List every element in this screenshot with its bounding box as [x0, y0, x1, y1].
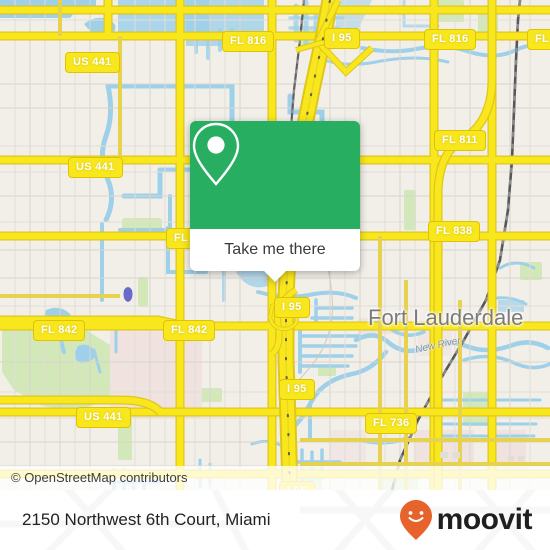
- road-shield: US 441: [76, 407, 131, 428]
- road-shield: I 95: [324, 28, 360, 49]
- road-shield: FL 816: [424, 29, 477, 50]
- map-pin-icon: [192, 122, 240, 186]
- road-shield: FL 842: [33, 320, 86, 341]
- road-shield: I 95: [279, 379, 315, 400]
- road-shield: I 95: [274, 297, 310, 318]
- road-shield: FL: [527, 29, 550, 50]
- moovit-wordmark: moovit: [436, 503, 533, 536]
- destination-popup[interactable]: Take me there: [190, 121, 360, 282]
- take-me-there-label: Take me there: [224, 241, 326, 258]
- moovit-logo[interactable]: moovit: [399, 490, 533, 550]
- popup-header: [190, 121, 360, 229]
- popup-pointer-tail: [264, 271, 286, 282]
- road-shield: US 441: [65, 52, 120, 73]
- bottom-bar: 2150 Northwest 6th Court, Miami moovit: [0, 490, 550, 550]
- road-shield: US 441: [68, 157, 123, 178]
- map-canvas[interactable]: FL 816 I 95 FL 816 FL US 441 US 441 FL 811 FL FL…: [0, 0, 550, 490]
- popup-footer[interactable]: Take me there: [190, 229, 360, 282]
- road-shield: FL 816: [222, 31, 275, 52]
- map-attribution[interactable]: © OpenStreetMap contributors: [0, 466, 550, 490]
- road-shield: FL 838: [428, 221, 481, 242]
- road-shield: FL 811: [434, 130, 486, 151]
- road-shield: FL 736: [365, 413, 418, 434]
- road-shield: FL 842: [163, 320, 216, 341]
- moovit-smiley-pin-icon: [399, 500, 432, 540]
- address-label: 2150 Northwest 6th Court, Miami: [22, 510, 271, 529]
- place-label: Fort Lauderdale: [368, 305, 524, 330]
- map-screenshot: FL 816 I 95 FL 816 FL US 441 US 441 FL 811 FL FL…: [0, 0, 550, 550]
